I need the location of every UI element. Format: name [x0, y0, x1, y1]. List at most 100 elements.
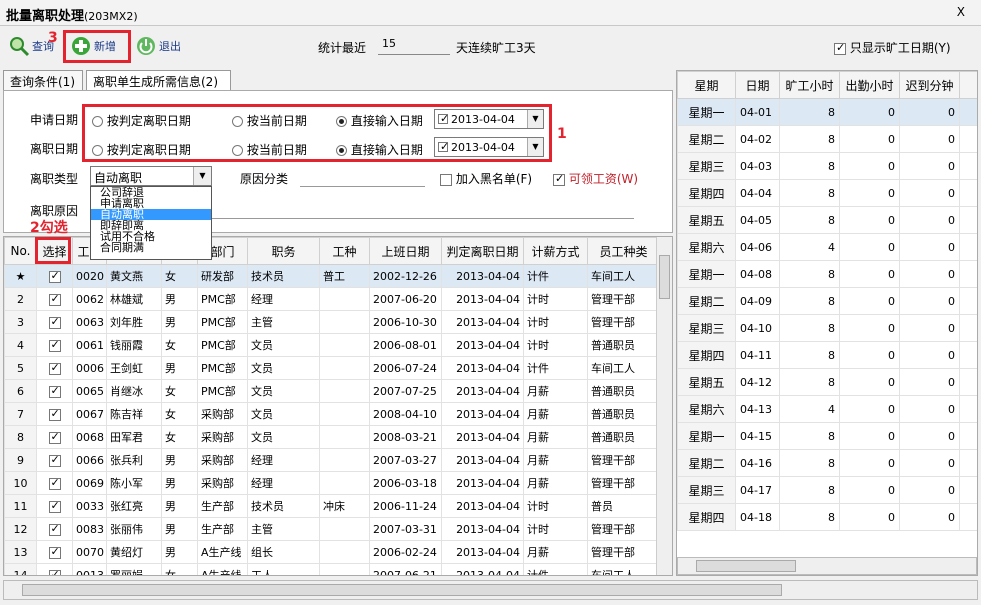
type-select[interactable]: 自动离职 ▼: [90, 166, 212, 186]
select-checkbox[interactable]: [48, 430, 61, 444]
absence-row[interactable]: 星期三 04-03 8 0 0: [677, 152, 977, 180]
table-row[interactable]: 5 0006王剑虹男PMC部文员 2006-07-242013-04-04计件车间工…: [4, 356, 660, 380]
stat-days-input[interactable]: 15: [378, 35, 450, 55]
select-checkbox[interactable]: [48, 522, 61, 536]
blacklist-checkbox[interactable]: 加入黑名单(F): [440, 170, 532, 187]
absence-row[interactable]: 星期二 04-16 8 0 0: [677, 449, 977, 477]
tab-query[interactable]: 查询条件(1): [3, 70, 83, 90]
emp-id: 0066: [72, 448, 107, 472]
close-button[interactable]: X: [957, 5, 965, 19]
absent-hours: 8: [779, 449, 840, 477]
select-checkbox[interactable]: [48, 315, 61, 329]
table-row[interactable]: 2 0062林雄斌男PMC部经理 2007-06-202013-04-04计时管理干…: [4, 287, 660, 311]
grid-header-6[interactable]: 职务: [247, 237, 320, 265]
row-select-cell[interactable]: [36, 333, 73, 357]
select-checkbox[interactable]: [48, 338, 61, 352]
absence-row[interactable]: 星期二 04-02 8 0 0: [677, 125, 977, 153]
table-row[interactable]: 10 0069陈小军男采购部经理 2006-03-182013-04-04月薪管理干…: [4, 471, 660, 495]
select-checkbox[interactable]: [48, 361, 61, 375]
absence-row[interactable]: 星期三 04-17 8 0 0: [677, 476, 977, 504]
select-checkbox[interactable]: [48, 476, 61, 490]
type-option[interactable]: 合同期满: [91, 242, 211, 253]
emp-worktype: [319, 310, 370, 334]
table-row[interactable]: 4 0061钱丽霞女PMC部文员 2006-08-012013-04-04计时普通职…: [4, 333, 660, 357]
emp-worktype: [319, 563, 370, 575]
scroll-thumb[interactable]: [659, 255, 670, 299]
absence-header-5[interactable]: 早: [959, 71, 977, 99]
only-absent-checkbox[interactable]: 只显示旷工日期(Y): [834, 39, 951, 56]
grid-vertical-scrollbar[interactable]: [656, 237, 672, 575]
absence-row[interactable]: 星期二 04-09 8 0 0: [677, 287, 977, 315]
absence-row[interactable]: 星期五 04-05 8 0 0: [677, 206, 977, 234]
row-select-cell[interactable]: [36, 448, 73, 472]
absence-header-4[interactable]: 迟到分钟: [899, 71, 960, 99]
reason-input[interactable]: [212, 218, 634, 219]
checkbox-box: [553, 172, 565, 186]
grid-header-11[interactable]: 员工种类: [587, 237, 660, 265]
absence-row[interactable]: 星期四 04-18 8 0 0: [677, 503, 977, 531]
row-select-cell[interactable]: [36, 540, 73, 564]
grid-header-8[interactable]: 上班日期: [369, 237, 442, 265]
select-checkbox[interactable]: [48, 269, 61, 283]
table-row[interactable]: 13 0070黄绍灯男A生产线组长 2006-02-242013-04-04月薪管理…: [4, 540, 660, 564]
absence-row[interactable]: 星期三 04-10 8 0 0: [677, 314, 977, 342]
scroll-thumb[interactable]: [696, 560, 796, 572]
absence-header-0[interactable]: 星期: [677, 71, 736, 99]
table-row[interactable]: 14 0013罗丽娟女A生产线工人 2007-06-212013-04-04计件车间…: [4, 563, 660, 575]
table-row[interactable]: 6 0065肖继冰女PMC部文员 2007-07-252013-04-04月薪普通职…: [4, 379, 660, 403]
select-checkbox[interactable]: [48, 384, 61, 398]
row-select-cell[interactable]: [36, 402, 73, 426]
row-select-cell[interactable]: [36, 494, 73, 518]
emp-worktype: [319, 540, 370, 564]
exit-button[interactable]: 退出: [135, 35, 181, 57]
grid-header-10[interactable]: 计薪方式: [523, 237, 588, 265]
absence-row[interactable]: 星期五 04-12 8 0 0: [677, 368, 977, 396]
select-checkbox[interactable]: [48, 453, 61, 467]
bottom-horizontal-scrollbar[interactable]: [3, 580, 978, 600]
absence-row[interactable]: 星期六 04-06 4 0 0: [677, 233, 977, 261]
table-row[interactable]: ★ 0020黄文燕女研发部技术员普工2002-12-262013-04-04计件车…: [4, 264, 660, 288]
select-checkbox[interactable]: [48, 407, 61, 421]
absence-row[interactable]: 星期四 04-11 8 0 0: [677, 341, 977, 369]
reason-category-input[interactable]: [300, 186, 425, 187]
scroll-thumb[interactable]: [22, 584, 782, 596]
absence-horizontal-scrollbar[interactable]: [677, 557, 977, 575]
select-checkbox[interactable]: [48, 568, 61, 575]
absence-header-2[interactable]: 旷工小时: [779, 71, 840, 99]
row-select-cell[interactable]: [36, 517, 73, 541]
grid-header-7[interactable]: 工种: [319, 237, 370, 265]
absence-header-3[interactable]: 出勤小时: [839, 71, 900, 99]
absence-row[interactable]: 星期一 04-15 8 0 0: [677, 422, 977, 450]
absence-header-1[interactable]: 日期: [735, 71, 780, 99]
absence-row[interactable]: 星期六 04-13 4 0 0: [677, 395, 977, 423]
absence-row[interactable]: 星期一 04-01 8 0 0: [677, 98, 977, 126]
table-row[interactable]: 11 0033张红亮男生产部技术员冲床2006-11-242013-04-04计时…: [4, 494, 660, 518]
emp-leave-date: 2013-04-04: [441, 333, 524, 357]
table-row[interactable]: 7 0067陈吉祥女采购部文员 2008-04-102013-04-04月薪普通职员: [4, 402, 660, 426]
pay-wage-checkbox[interactable]: 可领工资(W): [553, 170, 638, 187]
row-select-cell[interactable]: [36, 379, 73, 403]
row-select-cell[interactable]: [36, 310, 73, 334]
select-checkbox[interactable]: [48, 292, 61, 306]
absence-row[interactable]: 星期一 04-08 8 0 0: [677, 260, 977, 288]
table-row[interactable]: 3 0063刘年胜男PMC部主管 2006-10-302013-04-04计时管理干…: [4, 310, 660, 334]
row-select-cell[interactable]: [36, 425, 73, 449]
select-checkbox[interactable]: [48, 545, 61, 559]
table-row[interactable]: 8 0068田军君女采购部文员 2008-03-212013-04-04月薪普通职员: [4, 425, 660, 449]
tab-leave-info[interactable]: 离职单生成所需信息(2): [86, 70, 231, 91]
select-checkbox[interactable]: [48, 499, 61, 513]
row-select-cell[interactable]: [36, 287, 73, 311]
row-select-cell[interactable]: [36, 356, 73, 380]
late-minutes: 0: [899, 368, 960, 396]
row-select-cell[interactable]: [36, 563, 73, 575]
chevron-down-icon[interactable]: ▼: [193, 167, 211, 185]
table-row[interactable]: 12 0083张丽伟男生产部主管 2007-03-312013-04-04计时管理干…: [4, 517, 660, 541]
grid-header-9[interactable]: 判定离职日期: [441, 237, 524, 265]
table-row[interactable]: 9 0066张兵利男采购部经理 2007-03-272013-04-04月薪管理干部: [4, 448, 660, 472]
emp-start-date: 2006-10-30: [369, 310, 442, 334]
row-select-cell[interactable]: [36, 264, 73, 288]
row-select-cell[interactable]: [36, 471, 73, 495]
grid-header-0[interactable]: No.: [4, 237, 37, 265]
emp-category: 管理干部: [587, 471, 660, 495]
absence-row[interactable]: 星期四 04-04 8 0 0: [677, 179, 977, 207]
